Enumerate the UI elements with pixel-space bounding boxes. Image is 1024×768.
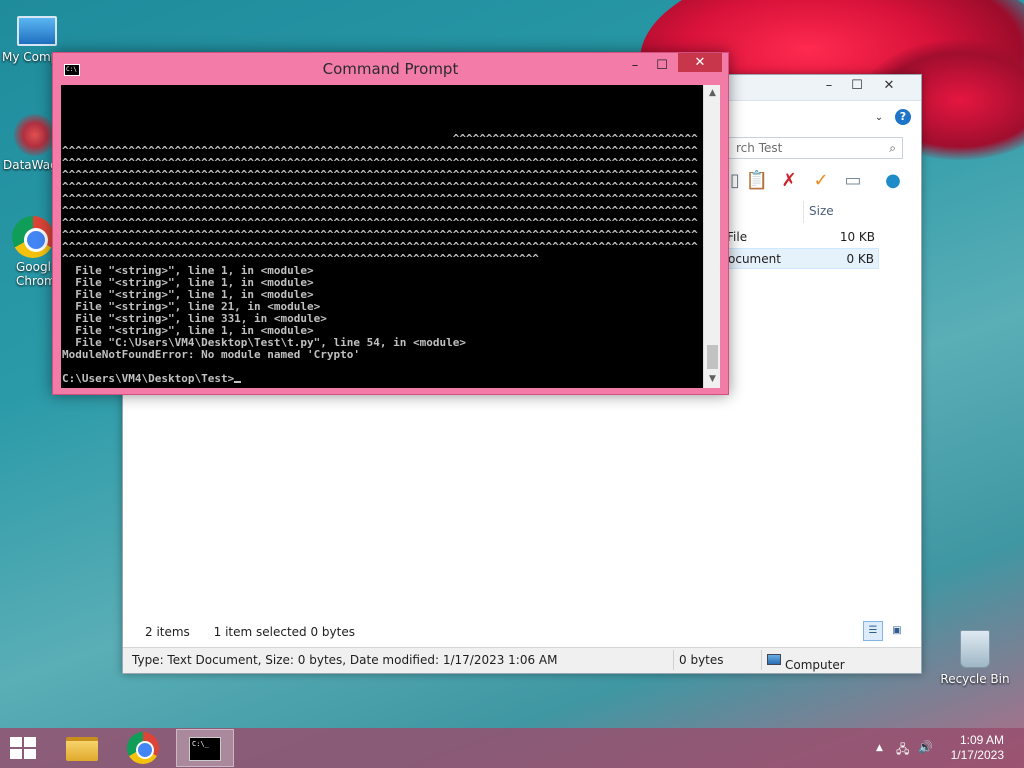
details-view-icon[interactable]: ☰ [863,621,883,641]
taskbar: C:\_ ▲ 🖧 🔊 1:09 AM 1/17/2023 [0,728,1024,768]
globe-icon[interactable]: ● [881,169,905,193]
delete-icon[interactable]: ✗ [777,169,801,193]
windows-start-icon[interactable] [10,737,38,759]
file-details: Type: Text Document, Size: 0 bytes, Date… [132,653,558,667]
volume-icon[interactable]: 🔊 [918,740,933,754]
file-size: 10 KB [839,230,875,244]
datawag-icon [14,114,56,156]
checkmark-icon[interactable]: ✓ [809,169,833,193]
desktop-icon-label: Recycle Bin [940,672,1010,686]
location-detail: Computer [767,653,845,672]
console-output[interactable]: ^^^^^^^^^^^^^^^^^^^^^^^^^^^^^^^^^^^^^ ^^^… [61,85,703,388]
computer-icon [17,16,57,46]
clipboard-icon[interactable]: 📋 [745,169,769,193]
close-button[interactable]: ✕ [875,75,903,97]
taskbar-chrome[interactable] [114,729,172,767]
show-hidden-icons-icon[interactable]: ▲ [876,743,883,753]
help-icon[interactable]: ? [895,109,911,125]
location-label: Computer [785,658,845,672]
chrome-icon [127,732,159,764]
console-prompt[interactable]: C:\Users\VM4\Desktop\Test> [62,373,702,385]
status-item-count: 2 items 1 item selected 0 bytes [145,625,355,639]
column-header-size[interactable]: Size [803,201,883,223]
file-row-selected[interactable]: ocument 0 KB [723,248,879,269]
text-cursor [234,381,242,383]
console-line: ModuleNotFoundError: No module named 'Cr… [62,348,361,361]
scroll-thumb[interactable] [707,345,718,369]
divider [761,650,762,670]
properties-icon[interactable]: ▭ [841,169,865,193]
items-count: 2 items [145,625,190,639]
network-icon[interactable]: 🖧 [896,740,909,761]
file-size: 0 KB [846,252,874,266]
cmd-titlebar[interactable]: C:\ Command Prompt – ☐ ✕ [53,53,728,85]
search-icon: ⌕ [889,141,896,155]
file-size-detail: 0 bytes [679,653,724,667]
large-icons-view-icon[interactable]: ▣ [887,621,907,641]
command-prompt-window[interactable]: C:\ Command Prompt – ☐ ✕ ^^^^^^^^^^^^^^^… [52,52,729,395]
selected-count: 1 item selected 0 bytes [213,625,355,639]
taskbar-command-prompt[interactable]: C:\_ [176,729,234,767]
minimize-button[interactable]: – [621,55,649,77]
search-placeholder: rch Test [736,141,783,155]
folder-icon [66,737,98,761]
computer-icon [767,654,781,665]
minimize-button[interactable]: – [815,75,843,97]
details-bar: Type: Text Document, Size: 0 bytes, Date… [123,647,921,673]
cmd-icon: C:\_ [189,737,221,761]
clock-date: 1/17/2023 [950,748,1004,762]
divider [673,650,674,670]
explorer-toolbar: ▯ 📋 ✗ ✓ ▭ ● [723,169,919,199]
file-name: File [727,230,748,244]
clock[interactable]: 1:09 AM 1/17/2023 [951,733,1004,763]
file-name: ocument [728,252,781,266]
chevron-down-icon[interactable]: ⌄ [865,107,893,129]
scroll-down-icon[interactable]: ▼ [704,371,721,388]
desktop-icon-recycle-bin[interactable]: Recycle Bin [940,630,1010,686]
chrome-icon [12,216,54,258]
system-tray: ▲ 🖧 🔊 1:09 AM 1/17/2023 [864,728,1024,768]
maximize-button[interactable]: ☐ [843,75,871,97]
view-toggle: ☰ ▣ [863,621,909,641]
clock-time: 1:09 AM [959,733,1004,747]
scrollbar[interactable]: ▲ ▼ [703,85,720,388]
prompt-text: C:\Users\VM4\Desktop\Test> [62,372,235,385]
desktop-icon-label: Googl Chrom [16,260,56,288]
close-button[interactable]: ✕ [678,53,722,72]
file-row[interactable]: File 10 KB [723,227,879,248]
recycle-bin-icon [960,630,990,668]
taskbar-file-explorer[interactable] [52,729,110,767]
scroll-up-icon[interactable]: ▲ [704,85,721,102]
search-input[interactable]: rch Test ⌕ [727,137,903,159]
maximize-button[interactable]: ☐ [648,55,676,77]
